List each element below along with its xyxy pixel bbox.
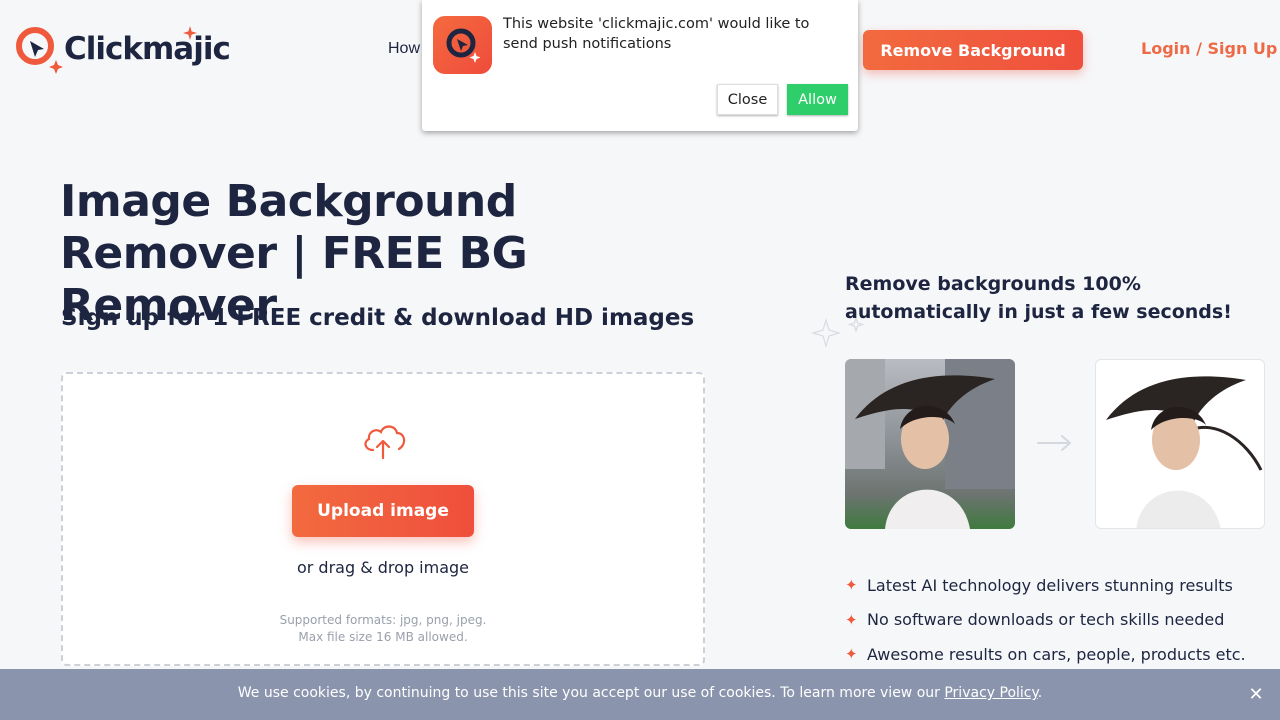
nav-how-it-works[interactable]: How <box>388 40 420 58</box>
formats-line: Supported formats: jpg, png, jpeg. <box>279 613 487 627</box>
feature-text: Awesome results on cars, people, product… <box>867 644 1246 664</box>
push-message: This website 'clickmajic.com' would like… <box>503 16 810 52</box>
feature-item: ✦ No software downloads or tech skills ne… <box>845 603 1246 638</box>
feature-item: ✦ Latest AI technology delivers stunning … <box>845 568 1246 603</box>
page-subtitle: Sign up for 1 FREE credit & download HD … <box>61 305 695 331</box>
push-notification-dialog: This website 'clickmajic.com' would like… <box>422 0 858 131</box>
after-example-image <box>1095 359 1265 529</box>
login-signup-link[interactable]: Login / Sign Up <box>1141 39 1277 58</box>
close-icon[interactable]: ✕ <box>1246 684 1266 704</box>
feature-item: ✦ Awesome results on cars, people, produc… <box>845 637 1246 672</box>
before-example-image <box>845 359 1015 529</box>
supported-formats: Supported formats: jpg, png, jpeg. Max f… <box>63 612 703 646</box>
cloud-upload-icon <box>361 418 409 462</box>
privacy-policy-link[interactable]: Privacy Policy <box>944 685 1037 701</box>
arrow-right-icon <box>1037 435 1071 451</box>
push-close-button[interactable]: Close <box>717 84 778 115</box>
sparkle-icon: ✦ <box>845 610 858 629</box>
feature-text: Latest AI technology delivers stunning r… <box>867 575 1233 595</box>
cookie-suffix: . <box>1037 685 1043 701</box>
features-list: ✦ Latest AI technology delivers stunning … <box>845 568 1246 672</box>
cookie-message: We use cookies, by continuing to use thi… <box>0 685 1280 701</box>
upload-dropzone[interactable]: Upload image or drag & drop image Suppor… <box>61 372 705 666</box>
sparkle-icon: ✦ <box>845 576 858 595</box>
upload-image-button[interactable]: Upload image <box>292 485 474 537</box>
drag-drop-text: or drag & drop image <box>296 558 470 577</box>
site-logo[interactable]: Clickmajic <box>14 24 231 74</box>
push-allow-button[interactable]: Allow <box>787 84 848 115</box>
logo-icon <box>14 24 64 74</box>
logo-text: Clickmajic <box>64 31 231 67</box>
cookie-banner: We use cookies, by continuing to use thi… <box>0 669 1280 720</box>
features-title: Remove backgrounds 100% automatically in… <box>845 273 1232 323</box>
sparkle-icon: ✦ <box>845 645 858 664</box>
cookie-text: We use cookies, by continuing to use thi… <box>237 685 940 701</box>
logo-sparkle-icon <box>183 26 197 40</box>
remove-background-button[interactable]: Remove Background <box>863 30 1083 70</box>
max-size-line: Max file size 16 MB allowed. <box>298 630 468 644</box>
site-app-icon <box>433 16 492 74</box>
feature-text: No software downloads or tech skills nee… <box>867 610 1225 630</box>
